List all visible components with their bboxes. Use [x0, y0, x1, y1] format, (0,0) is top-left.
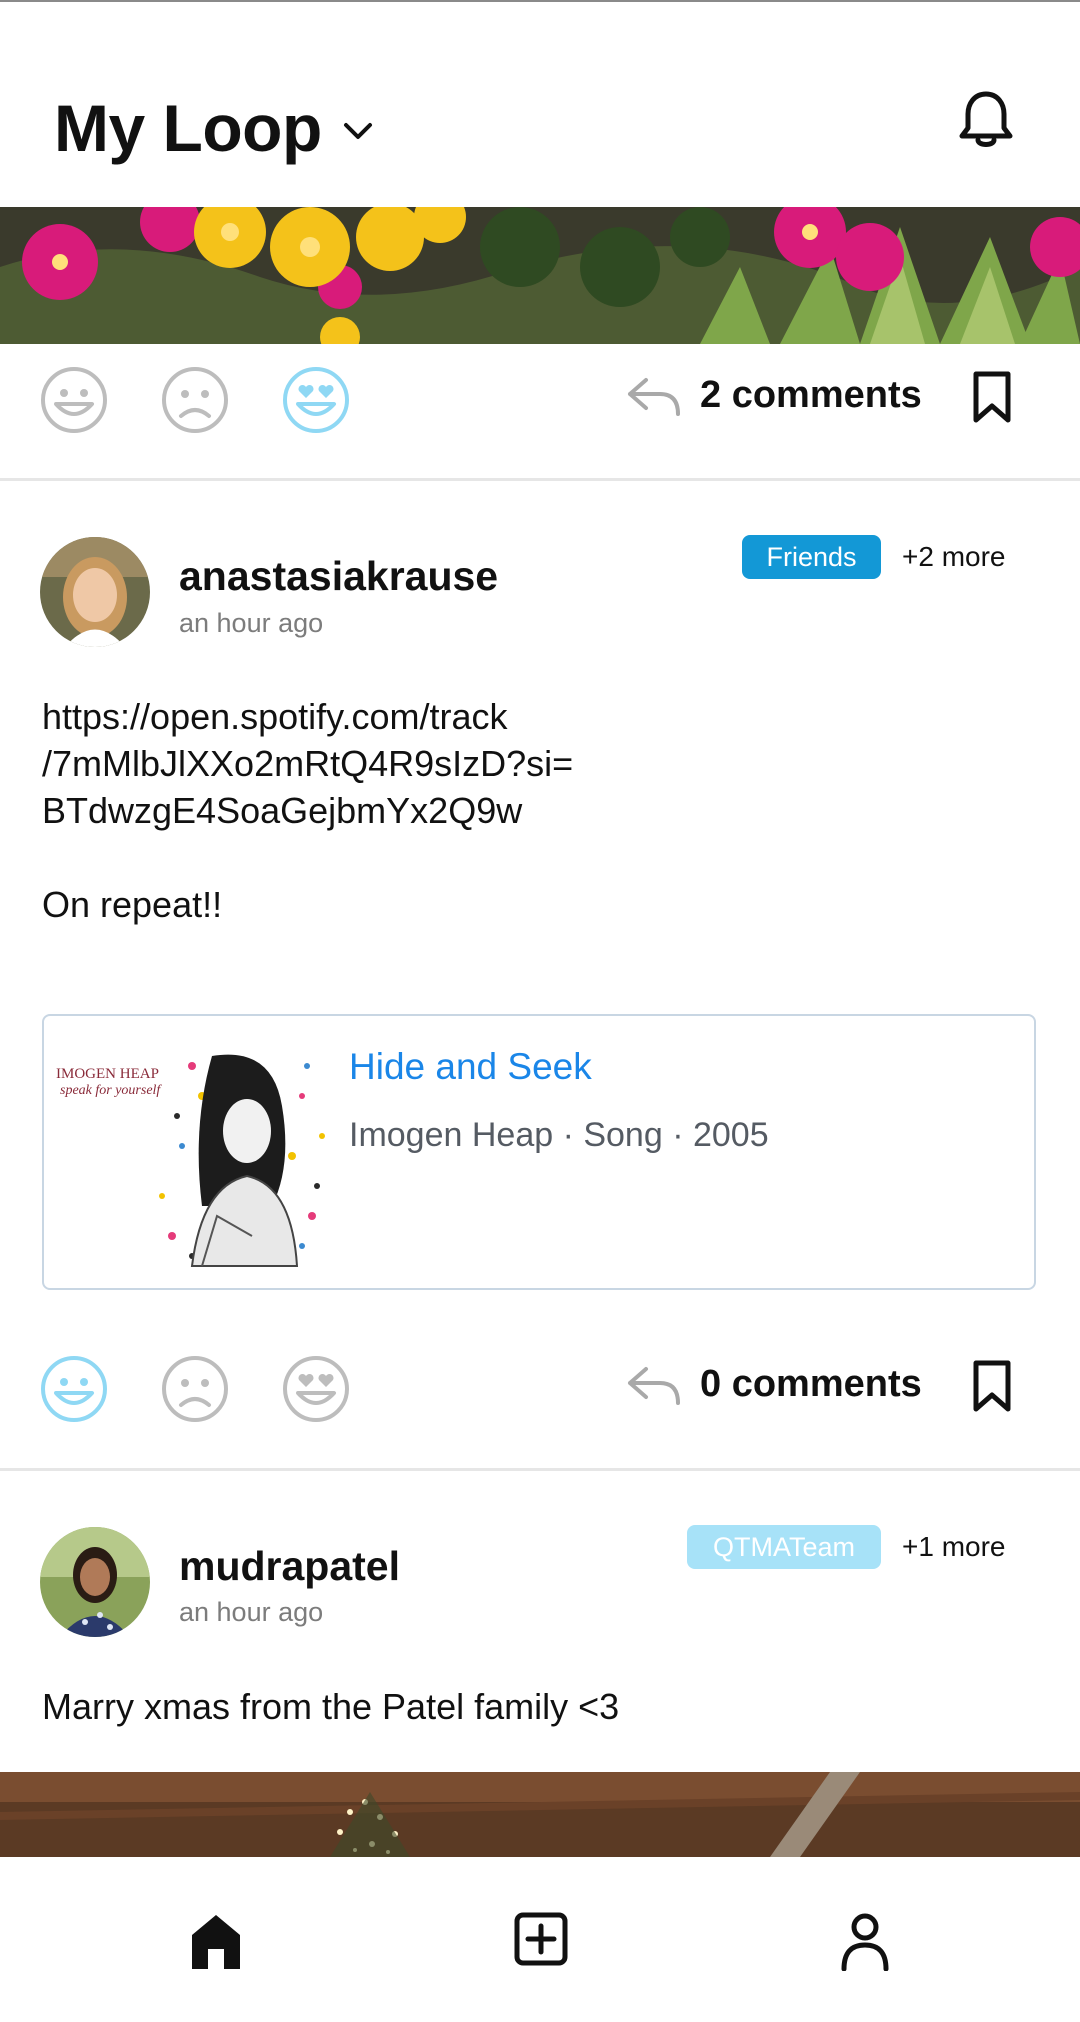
sad-icon[interactable] — [161, 366, 229, 434]
post-time: an hour ago — [179, 608, 324, 638]
post-text-line: /7mMlbJlXXo2mRtQ4R9sIzD?si= — [42, 743, 574, 784]
track-subtitle: Imogen Heap · Song · 2005 — [349, 1116, 769, 1154]
post-text-line — [42, 834, 573, 881]
album-art: IMOGEN HEAP speak for yourself — [52, 1036, 352, 1272]
bookmark-icon[interactable] — [970, 1359, 1014, 1413]
album-artist-text: IMOGEN HEAP — [56, 1066, 159, 1082]
loop-selector[interactable]: My Loop — [54, 90, 374, 166]
happy-icon[interactable] — [40, 366, 108, 434]
profile-icon[interactable] — [840, 1911, 890, 1971]
post-image[interactable] — [0, 207, 1080, 344]
reply-icon[interactable] — [626, 1363, 682, 1407]
comments-count[interactable]: 2 comments — [700, 374, 922, 417]
add-post-icon[interactable] — [513, 1911, 569, 1967]
post-divider — [0, 1468, 1080, 1471]
home-icon[interactable] — [188, 1911, 244, 1971]
audience-more[interactable]: +2 more — [902, 541, 1006, 573]
spotify-link-card[interactable]: IMOGEN HEAP speak for yourself Hide and … — [42, 1014, 1036, 1290]
audience-tag[interactable]: QTMATeam — [687, 1525, 881, 1569]
heart-eyes-icon[interactable] — [282, 366, 350, 434]
post-body: https://open.spotify.com/track /7mMlbJlX… — [42, 693, 573, 928]
audience-tag[interactable]: Friends — [742, 535, 881, 579]
post-time: an hour ago — [179, 1597, 324, 1627]
happy-icon[interactable] — [40, 1355, 108, 1423]
post-text-line: https://open.spotify.com/track — [42, 696, 508, 737]
post-text-line: BTdwzgE4SoaGejbmYx2Q9w — [42, 790, 523, 831]
post-text-line: On repeat!! — [42, 884, 223, 925]
app-header: My Loop — [0, 2, 1080, 207]
avatar[interactable] — [40, 537, 150, 647]
bell-icon[interactable] — [954, 88, 1018, 152]
chevron-down-icon — [343, 123, 372, 139]
heart-eyes-icon[interactable] — [282, 1355, 350, 1423]
track-title[interactable]: Hide and Seek — [349, 1046, 592, 1088]
avatar[interactable] — [40, 1527, 150, 1637]
post-actions: 0 comments — [0, 1333, 1080, 1433]
album-title-text: speak for yourself — [60, 1083, 162, 1098]
reply-icon[interactable] — [626, 374, 682, 418]
page-title: My Loop — [54, 91, 322, 165]
audience-more[interactable]: +1 more — [902, 1531, 1006, 1563]
bookmark-icon[interactable] — [970, 370, 1014, 424]
sad-icon[interactable] — [161, 1355, 229, 1423]
post-username[interactable]: anastasiakrause — [179, 553, 498, 600]
post-actions: 2 comments — [0, 344, 1080, 444]
post-body: Marry xmas from the Patel family <3 — [42, 1686, 620, 1727]
bottom-navigation — [0, 1857, 1080, 2022]
comments-count[interactable]: 0 comments — [700, 1363, 922, 1406]
post-image[interactable] — [0, 1772, 1080, 1857]
post-divider — [0, 478, 1080, 481]
post-username[interactable]: mudrapatel — [179, 1543, 400, 1590]
